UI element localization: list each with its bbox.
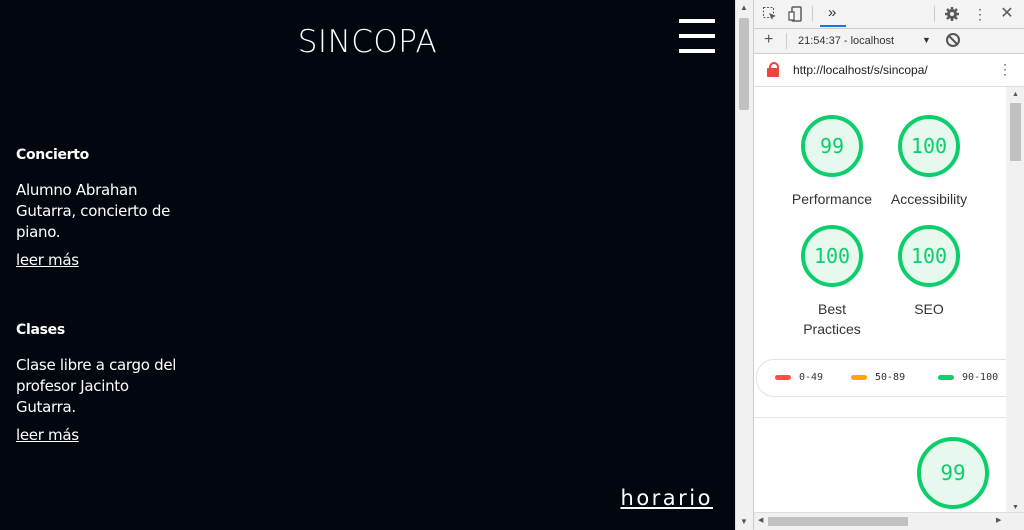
inspect-icon[interactable] — [762, 6, 778, 22]
fail-swatch — [775, 374, 791, 380]
performance-summary-gauge[interactable]: 99 — [917, 437, 989, 509]
section-divider — [754, 417, 1006, 418]
post-card: Clases Clase libre a cargo del profesor … — [16, 322, 191, 444]
dropdown-arrow-icon[interactable]: ▼ — [922, 35, 931, 45]
site-title: SINCOPA — [297, 24, 438, 60]
scroll-down-arrow-icon[interactable]: ▼ — [1012, 504, 1019, 511]
scroll-up-arrow-icon[interactable]: ▲ — [1012, 91, 1019, 98]
lighthouse-toolbar: + 21:54:37 - localhost ▼ — [754, 29, 1024, 54]
hamburger-menu-icon[interactable] — [679, 18, 715, 54]
report-selector[interactable]: 21:54:37 - localhost — [798, 35, 894, 47]
settings-icon[interactable] — [944, 6, 960, 22]
read-more-link[interactable]: leer más — [16, 426, 79, 444]
report-url-bar: http://localhost/s/sincopa/ ⋮ — [754, 54, 1024, 87]
scroll-up-arrow-icon[interactable]: ▲ — [740, 3, 748, 12]
device-toggle-icon[interactable] — [788, 6, 804, 22]
legend-item: 0-49 — [775, 372, 823, 383]
score-gauge[interactable]: 100 — [898, 225, 960, 287]
average-swatch — [851, 374, 867, 380]
scroll-left-arrow-icon[interactable]: ◀ — [758, 516, 763, 524]
score-gauge[interactable]: 100 — [898, 115, 960, 177]
more-tabs-icon: » — [828, 4, 837, 21]
legend-item: 50-89 — [851, 372, 905, 383]
clear-reports-icon[interactable] — [946, 33, 960, 47]
tab-lighthouse[interactable]: » — [818, 0, 848, 28]
devtools-panel: » ⋮ ✕ + 21:54:37 - localhost ▼ http://lo… — [753, 0, 1024, 530]
post-title: Clases — [16, 322, 65, 338]
devtools-toolbar: » ⋮ ✕ — [754, 0, 1024, 29]
read-more-link[interactable]: leer más — [16, 251, 79, 269]
pass-swatch — [938, 374, 954, 380]
new-report-plus-icon[interactable]: + — [764, 32, 773, 48]
schedule-link[interactable]: horario — [621, 486, 713, 510]
score-label: Best Practices — [803, 301, 861, 337]
report-menu-icon[interactable]: ⋮ — [998, 61, 1012, 78]
score-legend: 0-49 50-89 90-100 — [756, 359, 1006, 397]
score-gauge[interactable]: 100 — [801, 225, 863, 287]
lock-icon — [766, 61, 780, 77]
website-viewport: SINCOPA Concierto Alumno Abrahan Gutarra… — [0, 0, 735, 530]
report-horizontal-scrollbar[interactable]: ◀ ▶ — [754, 512, 1024, 530]
close-icon[interactable]: ✕ — [999, 6, 1015, 22]
kebab-menu-icon[interactable]: ⋮ — [972, 6, 988, 22]
report-vertical-scrollbar[interactable]: ▲ ▼ — [1006, 87, 1024, 515]
post-card: Concierto Alumno Abrahan Gutarra, concie… — [16, 147, 191, 269]
score-gauge[interactable]: 99 — [801, 115, 863, 177]
page-scrollbar[interactable]: ▲ ▼ — [735, 0, 753, 530]
post-title: Concierto — [16, 147, 89, 163]
scrollbar-thumb[interactable] — [768, 517, 908, 526]
scrollbar-thumb[interactable] — [1010, 103, 1021, 161]
lighthouse-report: 99 Performance 100 Accessibility 100 Bes… — [754, 87, 1006, 515]
score-label: Performance — [791, 191, 873, 207]
post-body: Alumno Abrahan Gutarra, concierto de pia… — [16, 181, 171, 241]
report-url[interactable]: http://localhost/s/sincopa/ — [793, 63, 928, 77]
score-label: SEO — [914, 301, 944, 317]
scrollbar-thumb[interactable] — [739, 18, 749, 110]
scroll-down-arrow-icon[interactable]: ▼ — [740, 517, 748, 526]
score-label: Accessibility — [890, 191, 968, 207]
scroll-right-arrow-icon[interactable]: ▶ — [996, 516, 1001, 524]
post-body: Clase libre a cargo del profesor Jacinto… — [16, 356, 177, 416]
legend-item: 90-100 — [938, 372, 998, 383]
